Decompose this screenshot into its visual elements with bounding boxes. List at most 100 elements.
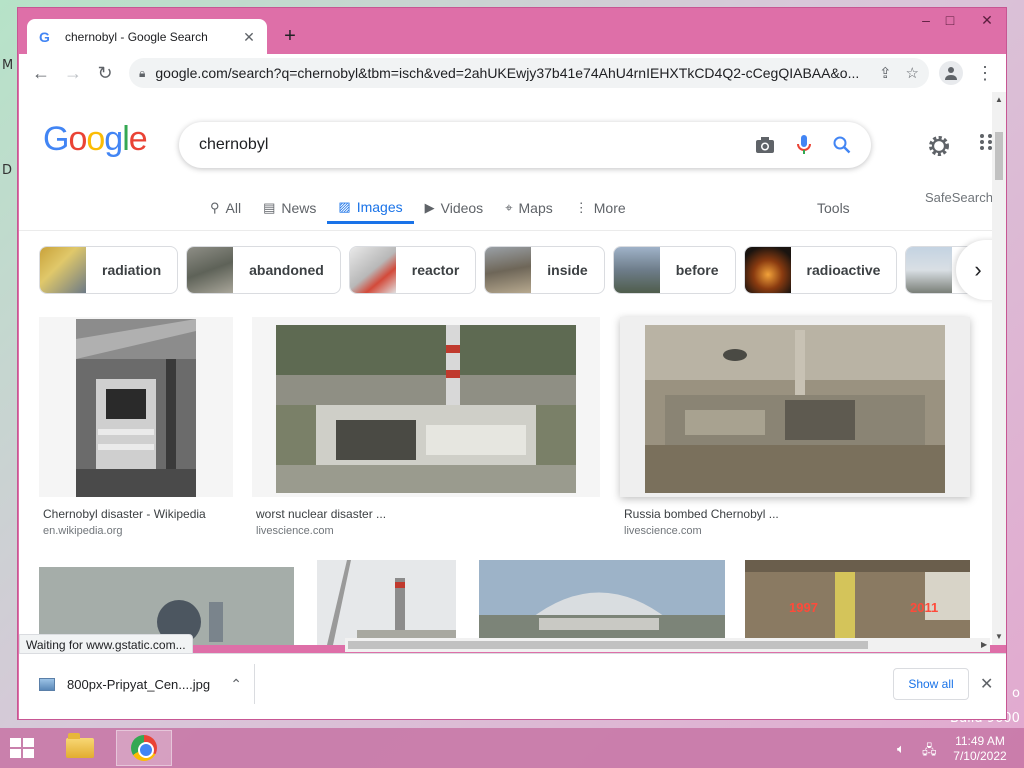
chip-radiation[interactable]: radiation xyxy=(39,246,179,294)
download-item[interactable]: 800px-Pripyat_Cen....jpg ⌃ xyxy=(27,664,255,704)
scrollbar-thumb[interactable] xyxy=(995,132,1003,180)
vertical-scrollbar[interactable]: ▲ ▼ xyxy=(992,92,1006,645)
result-source[interactable]: en.wikipedia.org xyxy=(43,525,123,537)
forward-button[interactable]: → xyxy=(57,57,89,89)
apps-grid-icon[interactable] xyxy=(979,132,993,152)
tab-label: Images xyxy=(356,198,403,215)
horizontal-scrollbar[interactable]: ▶ xyxy=(345,638,990,652)
chip-label: before xyxy=(675,262,719,278)
tab-label: All xyxy=(225,200,242,216)
related-chips: radiation abandoned reactor inside befor… xyxy=(39,246,1006,294)
tab-videos[interactable]: ▶ Videos xyxy=(414,192,495,224)
chip-label: inside xyxy=(547,262,588,278)
lock-icon[interactable]: 🔒︎ xyxy=(139,66,145,81)
scroll-up-arrow[interactable]: ▲ xyxy=(995,95,1003,104)
chip-label: abandoned xyxy=(249,262,324,278)
result-title[interactable]: Russia bombed Chernobyl ... xyxy=(624,507,779,521)
result-image xyxy=(76,319,196,497)
reload-button[interactable]: ↻ xyxy=(89,57,121,89)
logo-letter: g xyxy=(104,120,123,158)
maximize-button[interactable]: □ xyxy=(935,12,965,28)
camera-icon[interactable] xyxy=(755,136,775,154)
header-divider xyxy=(19,230,1006,231)
scrollbar-thumb[interactable] xyxy=(348,641,868,649)
result-source[interactable]: livescience.com xyxy=(624,525,702,537)
chip-abandoned[interactable]: abandoned xyxy=(186,246,341,294)
network-icon[interactable]: 🖧︎ xyxy=(922,741,937,763)
result-source[interactable]: livescience.com xyxy=(256,525,334,537)
tools-button[interactable]: Tools xyxy=(817,200,850,216)
speaker-muted-icon[interactable]: 🔈︎ xyxy=(897,741,905,757)
image-result[interactable]: worst nuclear disaster ... livescience.c… xyxy=(252,317,600,542)
browser-menu-icon[interactable]: ⋮ xyxy=(969,57,1001,89)
search-type-tabs: ⚲ All ▤ News ▨ Images ▶ Videos ⌖ Maps ⋮ More xyxy=(199,192,637,224)
image-result[interactable] xyxy=(317,560,456,645)
tab-close-icon[interactable]: ✕ xyxy=(241,29,257,46)
search-icon[interactable] xyxy=(833,136,851,154)
microphone-icon[interactable] xyxy=(797,135,811,155)
desktop-mark-1: M xyxy=(2,58,14,73)
result-title[interactable]: Chernobyl disaster - Wikipedia xyxy=(43,507,206,521)
address-bar[interactable]: 🔒︎ google.com/search?q=chernobyl&tbm=isc… xyxy=(129,58,929,88)
show-all-button[interactable]: Show all xyxy=(893,668,969,700)
close-download-shelf-icon[interactable]: ✕ xyxy=(980,674,993,694)
search-box[interactable]: chernobyl xyxy=(179,122,871,168)
close-window-button[interactable]: ✕ xyxy=(972,12,1002,29)
logo-letter: G xyxy=(43,120,69,158)
chrome-icon xyxy=(131,735,157,761)
chevron-up-icon[interactable]: ⌃ xyxy=(230,676,242,693)
chip-inside[interactable]: inside xyxy=(484,246,605,294)
image-result[interactable] xyxy=(479,560,725,645)
desktop-mark-2: D xyxy=(2,163,13,178)
search-icon: ⚲ xyxy=(210,200,220,215)
tab-more[interactable]: ⋮ More xyxy=(564,192,637,224)
taskbar: 🔈︎ 🖧︎ 11:49 AM 7/10/2022 xyxy=(0,728,1024,768)
chrome-taskbar-button[interactable] xyxy=(116,730,172,766)
image-result[interactable]: Chernobyl disaster - Wikipedia en.wikipe… xyxy=(39,317,233,542)
tab-maps[interactable]: ⌖ Maps xyxy=(494,192,564,224)
image-result[interactable]: Russia bombed Chernobyl ... livescience.… xyxy=(620,317,970,542)
bookmark-star-icon[interactable]: ☆ xyxy=(906,64,919,82)
settings-gear-icon[interactable] xyxy=(927,134,951,158)
chip-label: radioactive xyxy=(806,262,881,278)
year-label-1997: 1997 xyxy=(789,600,818,615)
search-input[interactable]: chernobyl xyxy=(199,136,733,154)
tab-label: News xyxy=(281,200,317,216)
tab-all[interactable]: ⚲ All xyxy=(199,192,252,224)
tab-images[interactable]: ▨ Images xyxy=(327,192,414,224)
chip-before[interactable]: before xyxy=(612,246,736,294)
profile-button[interactable] xyxy=(939,61,963,85)
scroll-right-arrow[interactable]: ▶ xyxy=(981,640,987,649)
chip-radioactive[interactable]: radioactive xyxy=(743,246,898,294)
chip-thumbnail xyxy=(744,247,791,293)
more-vert-icon: ⋮ xyxy=(574,200,588,215)
file-explorer-taskbar-button[interactable] xyxy=(58,730,102,766)
scroll-down-arrow[interactable]: ▼ xyxy=(995,632,1003,641)
tab-label: Videos xyxy=(440,200,484,216)
video-icon: ▶ xyxy=(424,200,435,215)
tab-label: Maps xyxy=(518,200,553,216)
browser-toolbar: ← → ↻ 🔒︎ google.com/search?q=chernobyl&t… xyxy=(19,54,1006,92)
download-shelf: 800px-Pripyat_Cen....jpg ⌃ Show all ✕ xyxy=(19,653,1006,719)
chip-reactor[interactable]: reactor xyxy=(348,246,477,294)
google-logo[interactable]: Google xyxy=(43,120,148,159)
url-text[interactable]: google.com/search?q=chernobyl&tbm=isch&v… xyxy=(155,65,865,81)
tab-label: More xyxy=(593,200,626,216)
start-button[interactable] xyxy=(10,738,34,758)
system-clock[interactable]: 11:49 AM 7/10/2022 xyxy=(950,734,1010,764)
result-title[interactable]: worst nuclear disaster ... xyxy=(256,507,386,521)
share-icon[interactable]: ⇪ xyxy=(879,64,892,82)
windows-logo-pane xyxy=(23,749,34,758)
chip-thumbnail xyxy=(906,247,953,293)
new-tab-button[interactable]: + xyxy=(278,24,302,48)
browser-tab[interactable]: G chernobyl - Google Search ✕ xyxy=(27,19,267,55)
chip-label: radiation xyxy=(102,262,162,278)
tab-strip: G chernobyl - Google Search ✕ + – □ ✕ xyxy=(18,8,1006,55)
image-icon: ▨ xyxy=(338,198,351,214)
chip-thumbnail xyxy=(613,247,660,293)
download-filename: 800px-Pripyat_Cen....jpg xyxy=(67,676,211,692)
result-image xyxy=(276,325,576,493)
back-button[interactable]: ← xyxy=(25,57,57,89)
safesearch-link[interactable]: SafeSearch xyxy=(925,190,993,205)
tab-news[interactable]: ▤ News xyxy=(252,192,327,224)
